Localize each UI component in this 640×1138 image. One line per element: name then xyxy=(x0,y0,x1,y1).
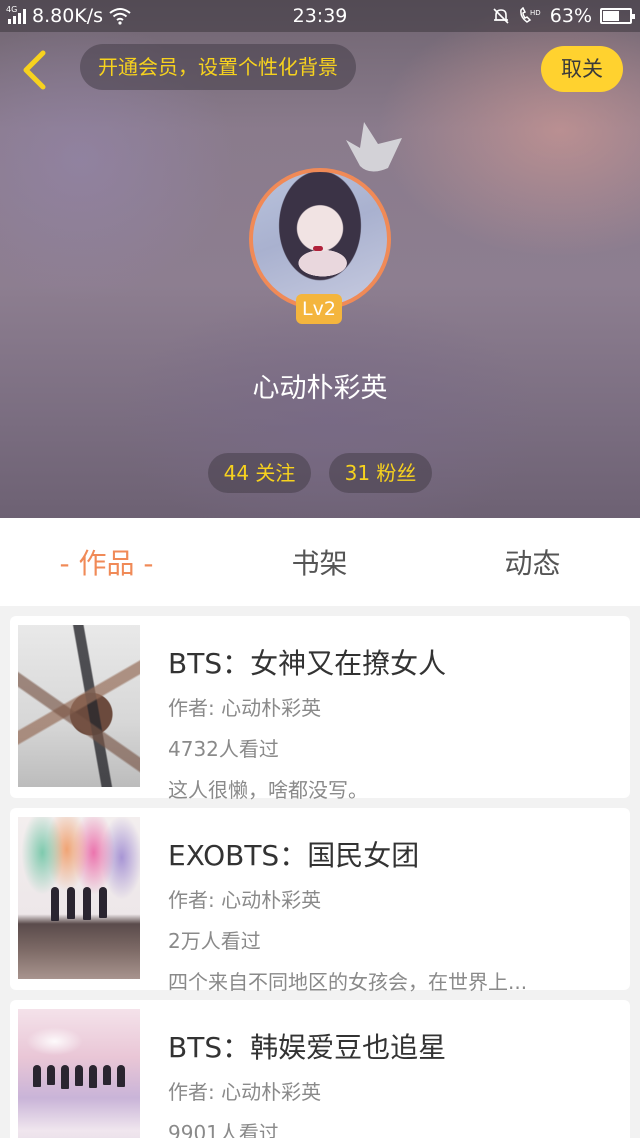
profile-tabs: - 作品 - 书架 动态 xyxy=(0,518,640,606)
avatar-detail xyxy=(313,246,323,251)
work-views: 4732人看过 xyxy=(168,737,279,761)
work-views: 2万人看过 xyxy=(168,929,261,953)
work-item[interactable]: EXOBTS：国民女团 作者: 心动朴彩英 2万人看过 四个来自不同地区的女孩会… xyxy=(10,808,630,994)
works-list: BTS：女神又在撩女人 作者: 心动朴彩英 4732人看过 这人很懒，啥都没写。… xyxy=(10,616,630,1138)
work-cover-image xyxy=(18,817,140,979)
tab-bookshelf[interactable]: 书架 xyxy=(213,542,426,582)
tab-works[interactable]: - 作品 - xyxy=(0,542,213,582)
tab-activity[interactable]: 动态 xyxy=(426,542,639,582)
network-speed: 8.80K/s xyxy=(32,5,104,27)
work-item[interactable]: BTS：女神又在撩女人 作者: 心动朴彩英 4732人看过 这人很懒，啥都没写。 xyxy=(10,616,630,802)
work-author: 作者: 心动朴彩英 xyxy=(168,888,322,912)
profile-header: 4G 8.80K/s 23:39 HD 63% 开通会员，设置个性化背景 取关 … xyxy=(0,0,640,518)
following-count[interactable]: 44 关注 xyxy=(208,453,311,493)
battery-fill xyxy=(603,11,620,21)
clock: 23:39 xyxy=(292,5,348,27)
work-cover-image xyxy=(18,625,140,787)
status-bar: 4G 8.80K/s 23:39 HD 63% xyxy=(0,0,640,32)
work-views: 9901人看过 xyxy=(168,1121,279,1138)
work-title: BTS：韩娱爱豆也追星 xyxy=(168,1031,447,1064)
work-description: 四个来自不同地区的女孩会，在世界上... xyxy=(168,970,528,994)
work-description: 这人很懒，啥都没写。 xyxy=(168,778,368,802)
signal-icon: 4G xyxy=(6,5,26,24)
unfollow-button[interactable]: 取关 xyxy=(541,46,623,92)
battery-icon xyxy=(600,8,635,24)
work-author: 作者: 心动朴彩英 xyxy=(168,1080,322,1104)
back-button[interactable] xyxy=(14,48,54,92)
level-badge: Lv2 xyxy=(296,294,342,324)
work-item[interactable]: BTS：韩娱爱豆也追星 作者: 心动朴彩英 9901人看过 xyxy=(10,1000,630,1138)
svg-text:HD: HD xyxy=(530,9,541,17)
work-title: EXOBTS：国民女团 xyxy=(168,839,420,872)
mute-bell-icon xyxy=(493,8,509,24)
crown-icon xyxy=(346,122,402,172)
wifi-icon xyxy=(109,8,131,25)
work-title: BTS：女神又在撩女人 xyxy=(168,647,447,680)
fans-count[interactable]: 31 粉丝 xyxy=(329,453,432,493)
network-type: 4G xyxy=(6,5,18,14)
vip-background-promo[interactable]: 开通会员，设置个性化背景 xyxy=(80,44,356,90)
avatar[interactable] xyxy=(249,168,391,310)
hd-call-icon: HD xyxy=(519,7,541,23)
battery-percent: 63% xyxy=(549,5,592,27)
work-author: 作者: 心动朴彩英 xyxy=(168,696,322,720)
chevron-left-icon xyxy=(23,50,46,90)
username: 心动朴彩英 xyxy=(252,373,388,404)
work-cover-image xyxy=(18,1009,140,1138)
